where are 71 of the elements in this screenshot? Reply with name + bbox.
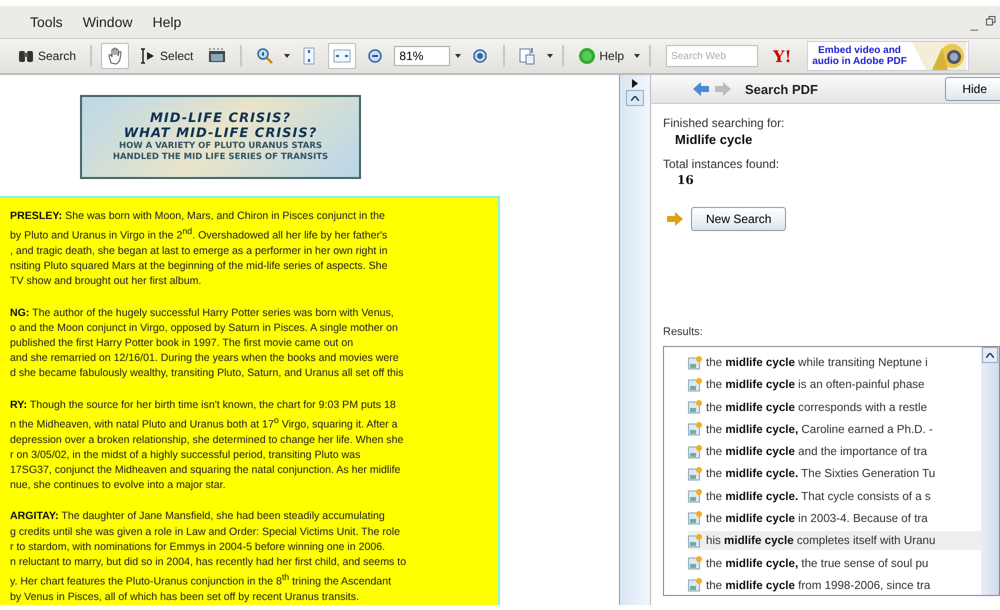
expand-arrow-icon[interactable] xyxy=(632,79,638,88)
banner-text: WHAT MID-LIFE CRISIS? xyxy=(124,126,318,141)
document-icon xyxy=(688,556,702,570)
scroll-up-button[interactable] xyxy=(982,347,998,363)
toolbar-button[interactable] xyxy=(101,43,130,69)
paragraph: PRESLEY: She was born with Moon, Mars, and Chiron in Pisces conjunct in the by Pluto and Uranus in Virgo in the 2$^{nd}$. Overshadowed all her life by her father's , and tragic death, she began at last to emerge as a performer in her own right in nsiting Pluto squared Mars at the beginning of the mid-life series of aspects. She TV show and brought out her first album. xyxy=(10,209,388,290)
result-item[interactable]: the midlife cycle, the true sense of soul pu xyxy=(688,553,981,573)
result-item[interactable]: the midlife cycle from 1998-2006, since tra xyxy=(688,576,981,595)
document-icon xyxy=(688,578,702,592)
result-item[interactable]: the midlife cycle is an often-painful phase xyxy=(688,375,981,395)
caret-icon[interactable] xyxy=(547,54,554,58)
caret-icon[interactable] xyxy=(634,54,640,58)
zoom-out-icon xyxy=(366,47,384,65)
hand-icon xyxy=(106,47,124,65)
menu-item[interactable]: Help xyxy=(150,12,184,32)
result-item[interactable]: the midlife cycle. That cycle consists of a s xyxy=(688,486,981,506)
label: Results: xyxy=(663,326,703,338)
hide-button[interactable]: Hide xyxy=(945,77,1000,101)
result-item[interactable]: the midlife cycle and the importance of tra xyxy=(688,442,981,462)
document-icon xyxy=(688,534,702,548)
document-icon xyxy=(688,489,702,504)
label: Finished searching for: xyxy=(663,116,784,130)
scroll-up-button[interactable] xyxy=(626,90,644,106)
chevron-up-icon xyxy=(986,353,994,358)
scrollbar[interactable] xyxy=(981,347,999,595)
result-item[interactable]: the midlife cycle, Caroline earned a Ph.D. - xyxy=(688,420,981,440)
search-query: Midlife cycle xyxy=(675,132,752,147)
result-item[interactable]: his midlife cycle completes itself with Uranu xyxy=(688,531,981,550)
panel-title: Search PDF xyxy=(745,82,819,96)
result-item[interactable]: the midlife cycle in 2003-4. Because of tra xyxy=(688,508,981,528)
result-item[interactable]: the midlife cycle. The Sixties Generation Tu xyxy=(688,464,981,484)
banner-text: HOW A VARIETY OF PLUTO URANUS STARS xyxy=(118,141,322,152)
ad-banner[interactable]: Embed video and audio in Adobe PDF xyxy=(806,41,969,71)
paragraph: ARGITAY: The daughter of Jane Mansfield, she had been steadily accumulating g credits until she was given a role in Law and Order: Special Victims Unit. The role r to stardom, with nominations for Emmys in 2004-5 before winning one in 2006. n reluctant to marry, but did so in 2004, has recently had her first child, and seems to y. Her chart features the Pluto-Uranus conjunction in the 8$^{th}$ trining the Ascendant by Venus in Pisces, all of which has been set off by recent Uranus transits. xyxy=(10,509,408,605)
chevron-up-icon xyxy=(631,96,640,100)
menu-item[interactable]: Window xyxy=(80,12,134,32)
caret-icon[interactable] xyxy=(284,54,290,58)
arrow-icon xyxy=(667,212,683,226)
result-item[interactable]: the midlife cycle corresponds with a restle xyxy=(688,398,981,417)
toolbar-button[interactable]: Search xyxy=(12,43,82,69)
back-arrow-icon[interactable] xyxy=(693,82,709,96)
plus-circle-icon xyxy=(471,47,490,65)
zoom-field[interactable]: 81% xyxy=(394,46,450,66)
banner-text: HANDLED THE MID LIFE SERIES OF TRANSITS xyxy=(112,152,328,163)
document-icon xyxy=(688,444,702,459)
paragraph: NG: The author of the hugely successful Harry Potter series was born with Venus, o and the Moon conjunct in Virgo, opposed by Saturn in Pisces. A single mother on published the first Harry Potter book in 1997. The first movie came out on and she remarried on 12/16/01. During the years when the books and movies were d she became fabulously wealthy, transiting Pluto, Saturn, and Uranus all set off this xyxy=(10,306,405,382)
fit-width-icon xyxy=(333,47,352,65)
camera-icon xyxy=(208,47,226,65)
help-icon xyxy=(578,47,596,65)
banner-text: MID-LIFE CRISIS? xyxy=(150,111,292,126)
pages-icon xyxy=(519,47,538,65)
paragraph: RY: Though the source for her birth time isn't known, the chart for 9:03 PM puts 18 n the Midheaven, with natal Pluto and Uranus both at 17$^{o}$ Virgo, squaring it. After a depression over a broken relationship, she determined to change her life. When she r on 3/05/02, in the midst of a highly successful period, transiting Pluto was 17SG37, conjunct the Midheaven and squaring the natal conjunction. As her midlife nue, she continues to evolve into a major star. xyxy=(10,398,404,494)
instance-count: 16 xyxy=(677,173,694,187)
result-item[interactable]: the midlife cycle while transiting Neptune i xyxy=(688,353,981,372)
zoom-in-icon xyxy=(256,47,274,65)
search-field[interactable]: Search Web xyxy=(666,45,758,67)
document-icon xyxy=(688,466,702,481)
document-icon xyxy=(688,378,702,392)
toolbar-button[interactable]: Help xyxy=(573,43,630,69)
document-icon xyxy=(688,511,702,526)
toolbar-button[interactable]: Select xyxy=(134,43,198,69)
minimize-button[interactable]: _ xyxy=(970,16,978,31)
document-icon xyxy=(688,422,702,436)
caret-icon[interactable] xyxy=(455,54,462,58)
new-search-button[interactable]: New Search xyxy=(691,207,786,231)
document-icon xyxy=(688,400,702,414)
logo[interactable]: Y! xyxy=(773,46,792,66)
document-icon xyxy=(688,356,702,370)
menu-item[interactable]: Tools xyxy=(28,12,65,32)
label: Total instances found: xyxy=(663,157,780,171)
restore-icon[interactable] xyxy=(986,16,996,26)
